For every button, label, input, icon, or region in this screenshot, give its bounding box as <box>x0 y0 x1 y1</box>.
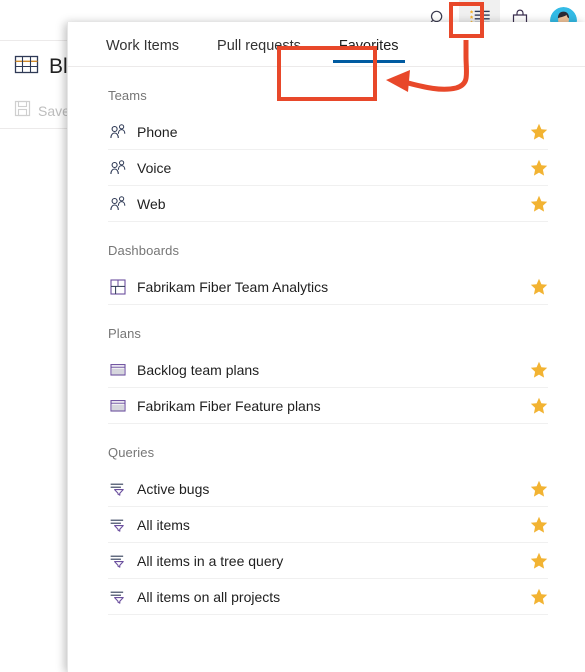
query-filter-icon <box>108 480 128 498</box>
star-icon[interactable] <box>530 195 548 213</box>
toolbar: Save <box>14 100 70 122</box>
plan-grid-icon <box>108 361 128 379</box>
plan-grid-icon <box>108 397 128 415</box>
favorites-list: Teams Phone Voice Web Dashboards Fabrika… <box>68 67 585 615</box>
star-icon[interactable] <box>530 516 548 534</box>
star-icon[interactable] <box>530 159 548 177</box>
list-item[interactable]: Fabrikam Fiber Feature plans <box>108 388 548 424</box>
section-title-dashboards: Dashboards <box>108 243 180 258</box>
list-item-label: Backlog team plans <box>137 361 260 378</box>
list-item-label: Phone <box>137 123 178 140</box>
list-item[interactable]: All items in a tree query <box>108 543 548 579</box>
list-item-label: Fabrikam Fiber Team Analytics <box>137 278 329 295</box>
list-item-label: Fabrikam Fiber Feature plans <box>137 397 321 414</box>
table-icon <box>14 52 39 82</box>
list-item[interactable]: All items <box>108 507 548 543</box>
star-icon[interactable] <box>530 480 548 498</box>
star-icon[interactable] <box>530 361 548 379</box>
star-icon[interactable] <box>530 588 548 606</box>
list-item-label: All items in a tree query <box>137 552 284 569</box>
team-people-icon <box>108 195 128 213</box>
team-people-icon <box>108 159 128 177</box>
list-item[interactable]: Voice <box>108 150 548 186</box>
dashboard-grid-icon <box>108 278 128 296</box>
team-people-icon <box>108 123 128 141</box>
star-icon[interactable] <box>530 397 548 415</box>
query-filter-icon <box>108 516 128 534</box>
list-item-label: Voice <box>137 159 172 176</box>
query-filter-icon <box>108 588 128 606</box>
list-item-label: All items <box>137 516 190 533</box>
tab-favorites[interactable]: Favorites <box>327 38 411 66</box>
list-item[interactable]: Phone <box>108 114 548 150</box>
star-icon[interactable] <box>530 123 548 141</box>
list-item[interactable]: Fabrikam Fiber Team Analytics <box>108 269 548 305</box>
section-title-queries: Queries <box>108 445 155 460</box>
tab-pull-requests[interactable]: Pull requests <box>205 38 313 66</box>
flyout-tab-bar: Work Items Pull requests Favorites <box>68 22 585 67</box>
query-filter-icon <box>108 552 128 570</box>
section-title-plans: Plans <box>108 326 142 341</box>
list-item[interactable]: Active bugs <box>108 471 548 507</box>
list-item[interactable]: Backlog team plans <box>108 352 548 388</box>
star-icon[interactable] <box>530 278 548 296</box>
list-item-label: Active bugs <box>137 480 210 497</box>
section-title-teams: Teams <box>108 88 147 103</box>
list-item-label: All items on all projects <box>137 588 281 605</box>
star-icon[interactable] <box>530 552 548 570</box>
list-item[interactable]: Web <box>108 186 548 222</box>
save-disk-icon <box>14 100 31 122</box>
list-item-label: Web <box>137 195 166 212</box>
list-item[interactable]: All items on all projects <box>108 579 548 615</box>
tab-work-items[interactable]: Work Items <box>94 38 191 66</box>
save-button-label[interactable]: Save <box>38 103 70 119</box>
favorites-flyout-panel: Work Items Pull requests Favorites Teams… <box>67 22 585 672</box>
